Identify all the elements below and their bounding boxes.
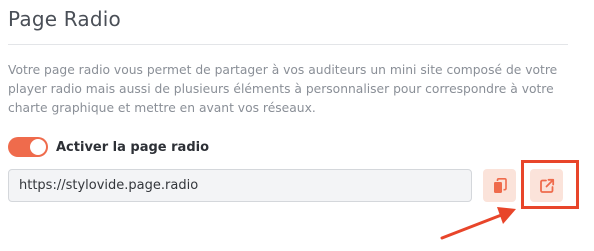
- toggle-knob: [30, 139, 46, 155]
- page-radio-toggle[interactable]: [8, 137, 48, 157]
- page-description: Votre page radio vous permet de partager…: [8, 63, 558, 115]
- annotation-highlight-box: [521, 160, 579, 209]
- copy-icon: [493, 177, 507, 193]
- copy-url-button[interactable]: [483, 169, 516, 202]
- annotation-arrow-icon: [440, 207, 516, 240]
- page-title: Page Radio: [8, 7, 121, 31]
- page-url-field[interactable]: [8, 169, 472, 202]
- toggle-label: Activer la page radio: [56, 139, 210, 155]
- toggle-row: Activer la page radio: [8, 136, 209, 158]
- divider: [8, 44, 568, 45]
